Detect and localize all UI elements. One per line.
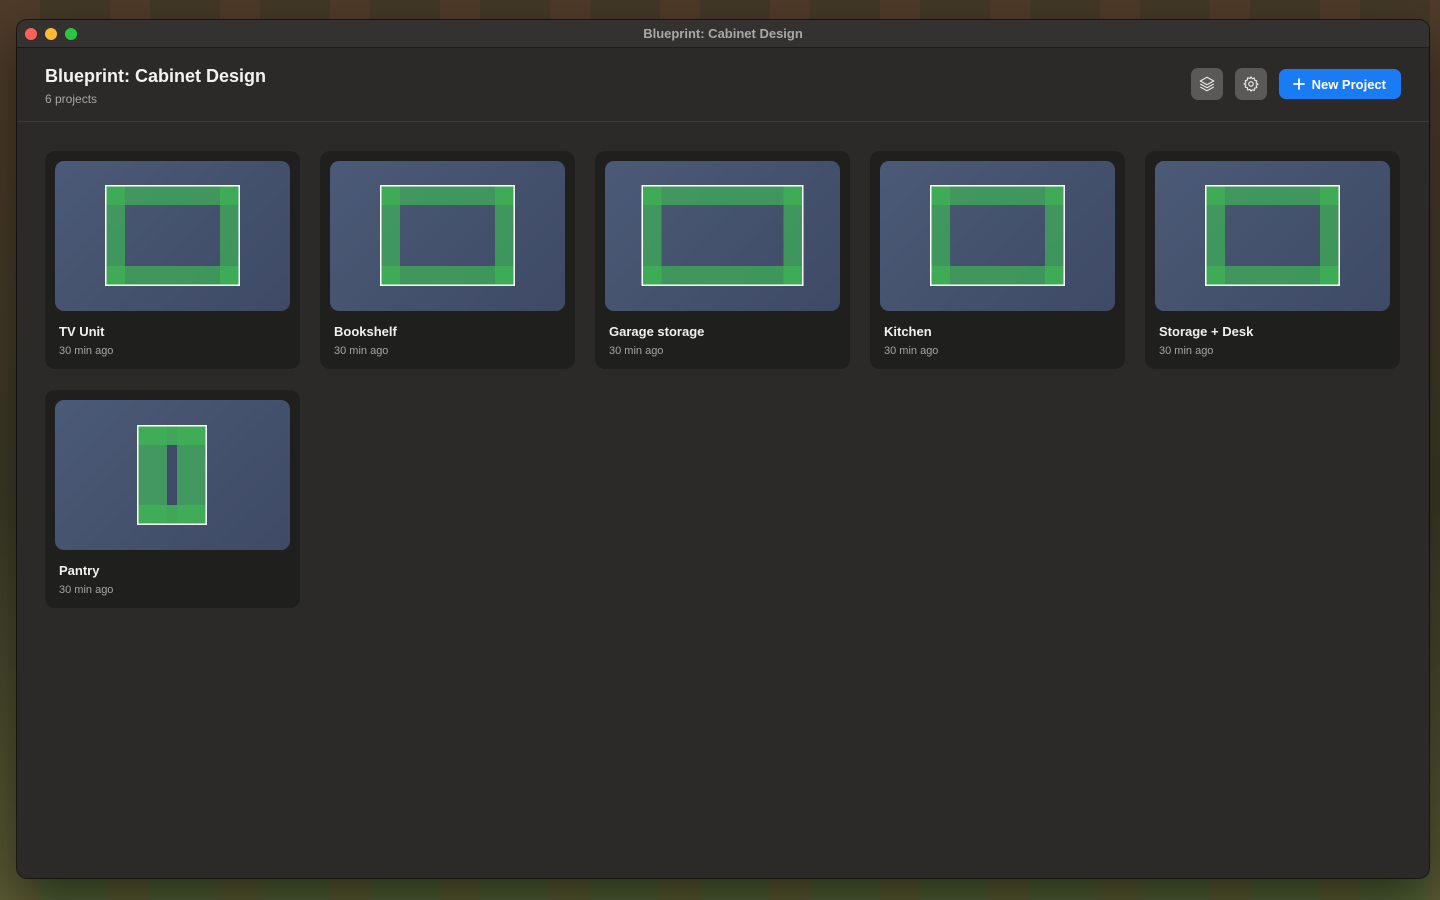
project-grid: TV Unit 30 min ago Bookshelf 30 min ago … [45, 151, 1400, 608]
settings-button[interactable] [1234, 68, 1267, 100]
project-thumbnail [880, 161, 1115, 311]
project-modified-time: 30 min ago [334, 345, 389, 357]
gear-icon [1243, 76, 1259, 92]
project-thumbnail [330, 161, 565, 311]
project-thumbnail [55, 400, 290, 550]
app-window: Blueprint: Cabinet Design Blueprint: Cab… [17, 20, 1429, 878]
layers-icon [1199, 76, 1214, 92]
project-card[interactable]: Pantry 30 min ago [45, 390, 300, 608]
plus-icon [1292, 78, 1305, 90]
project-name: Bookshelf [334, 324, 397, 339]
project-modified-time: 30 min ago [59, 345, 114, 357]
title-bar: Blueprint: Cabinet Design [17, 20, 1429, 48]
new-project-button[interactable]: New Project [1278, 69, 1401, 99]
layers-button[interactable] [1190, 68, 1223, 100]
header: Blueprint: Cabinet Design 6 projects New… [17, 48, 1429, 122]
project-card[interactable]: TV Unit 30 min ago [45, 151, 300, 369]
minimize-window-button[interactable] [45, 28, 57, 40]
project-card[interactable]: Garage storage 30 min ago [595, 151, 850, 369]
project-name: TV Unit [59, 324, 105, 339]
project-thumbnail [605, 161, 840, 311]
cabinet-preview-drawing [137, 425, 207, 525]
project-modified-time: 30 min ago [1159, 345, 1214, 357]
cabinet-preview-drawing [930, 185, 1065, 286]
cabinet-preview-drawing [105, 185, 240, 286]
project-modified-time: 30 min ago [59, 584, 114, 596]
cabinet-preview-drawing [380, 185, 515, 286]
project-card[interactable]: Bookshelf 30 min ago [320, 151, 575, 369]
maximize-window-button[interactable] [65, 28, 77, 40]
project-modified-time: 30 min ago [609, 345, 664, 357]
window-title: Blueprint: Cabinet Design [643, 26, 803, 41]
project-name: Kitchen [884, 324, 932, 339]
close-window-button[interactable] [25, 28, 37, 40]
cabinet-preview-drawing [1205, 185, 1340, 286]
project-name: Storage + Desk [1159, 324, 1254, 339]
project-modified-time: 30 min ago [884, 345, 939, 357]
project-card[interactable]: Storage + Desk 30 min ago [1145, 151, 1400, 369]
project-name: Garage storage [609, 324, 705, 339]
header-actions: New Project [1190, 68, 1401, 100]
project-card[interactable]: Kitchen 30 min ago [870, 151, 1125, 369]
project-thumbnail [1155, 161, 1390, 311]
new-project-label: New Project [1311, 76, 1386, 92]
cabinet-preview-drawing [641, 185, 804, 286]
window-controls [25, 28, 77, 40]
project-thumbnail [55, 161, 290, 311]
project-name: Pantry [59, 563, 100, 578]
